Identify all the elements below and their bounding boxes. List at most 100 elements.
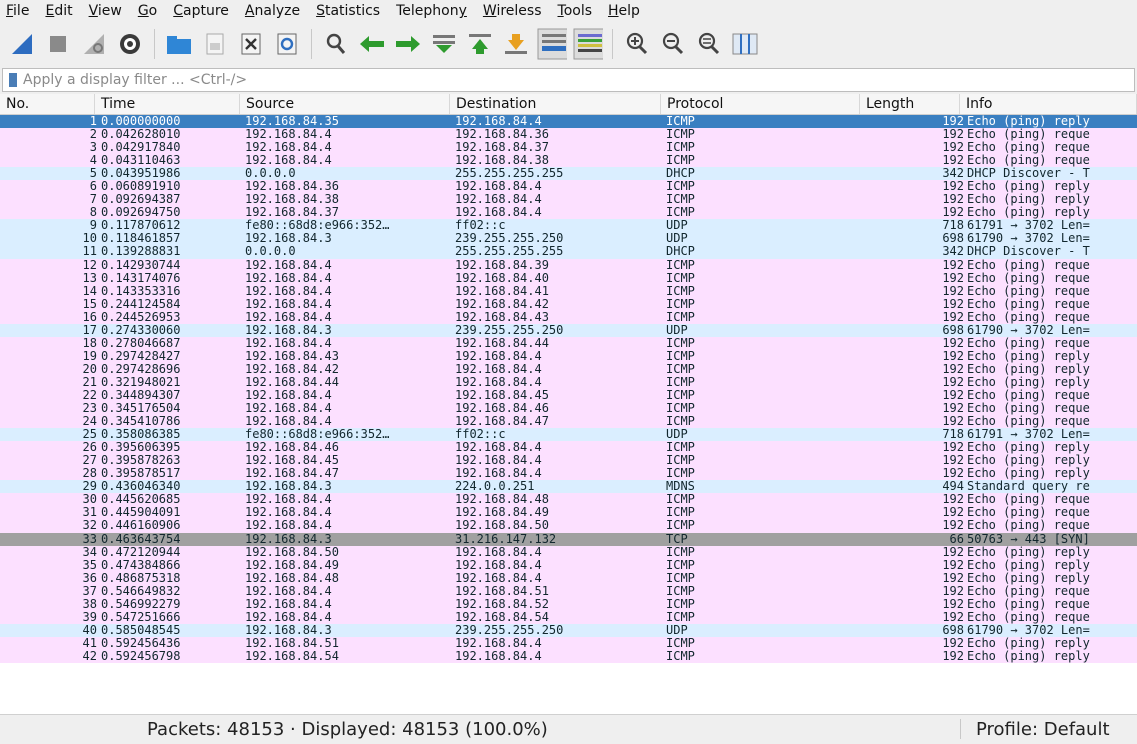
packet-row[interactable]: 35 0.474384866 192.168.84.49 192.168.84.4 IC… (0, 558, 1137, 572)
packet-row[interactable]: 20 0.297428696 192.168.84.42 192.168.84.4 IC… (0, 361, 1137, 376)
packet-no: 14 (82, 283, 97, 298)
menu-analyze[interactable]: Analyze (237, 3, 308, 19)
zoom-in-icon[interactable] (622, 29, 652, 59)
packet-destination: 192.168.84.36 (455, 127, 549, 142)
packet-info: Echo (ping) reply (967, 114, 1090, 128)
packet-time: 0.344894307 (101, 387, 181, 402)
packet-destination: 192.168.84.46 (455, 401, 549, 416)
reload-icon[interactable] (272, 29, 302, 59)
arrow-back-icon[interactable] (357, 29, 387, 59)
packet-destination: 192.168.84.4 (455, 179, 542, 194)
packet-row[interactable]: 37 0.546649832 192.168.84.4 192.168.84.51 IC… (0, 583, 1137, 598)
packet-row[interactable]: 15 0.244124584 192.168.84.4 192.168.84.42 IC… (0, 296, 1137, 311)
gear-options-icon[interactable] (115, 29, 145, 59)
packet-list[interactable]: No. Time Source Destination Protocol Length In… (0, 94, 1137, 714)
zoom-out-icon[interactable] (658, 29, 688, 59)
packet-row[interactable]: 19 0.297428427 192.168.84.43 192.168.84.4 IC… (0, 348, 1137, 363)
packet-info: Echo (ping) reply (967, 374, 1090, 389)
packet-time: 0.395878517 (101, 466, 181, 481)
packet-no: 40 (82, 622, 97, 637)
packet-length: 192 (942, 387, 964, 402)
menu-go[interactable]: Go (130, 3, 165, 19)
packet-row[interactable]: 38 0.546992279 192.168.84.4 192.168.84.52 IC… (0, 596, 1137, 611)
first-packet-icon[interactable] (465, 29, 495, 59)
search-icon[interactable] (321, 29, 351, 59)
packet-row[interactable]: 41 0.592456436 192.168.84.51 192.168.84.4 IC… (0, 636, 1137, 650)
zoom-normal-icon[interactable] (694, 29, 724, 59)
packet-row[interactable]: 33 0.463643754 192.168.84.3 31.216.147.132 T… (0, 531, 1137, 546)
packet-row[interactable]: 42 0.592456798 192.168.84.54 192.168.84.4 IC… (0, 648, 1137, 663)
packet-row[interactable]: 40 0.585048545 192.168.84.3 239.255.255.250… (0, 622, 1137, 637)
packet-row[interactable]: 14 0.143353316 192.168.84.4 192.168.84.41 IC… (0, 283, 1137, 298)
packet-no: 9 (89, 218, 97, 233)
packet-length: 192 (942, 309, 964, 324)
packet-destination: 239.255.255.250 (455, 322, 564, 337)
packet-protocol: ICMP (666, 453, 695, 468)
packet-row[interactable]: 36 0.486875318 192.168.84.48 192.168.84.4 IC… (0, 570, 1137, 585)
close-file-icon[interactable] (236, 29, 266, 59)
column-header-no[interactable]: No. (0, 94, 95, 114)
packet-length: 192 (942, 596, 964, 611)
packet-no: 36 (82, 570, 97, 585)
menu-edit[interactable]: Edit (37, 3, 80, 19)
menu-wireless[interactable]: Wireless (475, 3, 550, 19)
arrow-forward-icon[interactable] (393, 29, 423, 59)
packet-destination: 192.168.84.4 (455, 205, 542, 220)
packet-no: 37 (82, 583, 97, 598)
file-icon[interactable] (200, 29, 230, 59)
packet-row[interactable]: 39 0.547251666 192.168.84.4 192.168.84.54 IC… (0, 609, 1137, 624)
packet-length: 698 (942, 622, 964, 637)
packet-destination: 192.168.84.37 (455, 140, 549, 155)
column-header-destination[interactable]: Destination (450, 94, 661, 114)
packet-row[interactable]: 16 0.244526953 192.168.84.4 192.168.84.43 IC… (0, 309, 1137, 324)
packet-row[interactable]: 17 0.274330060 192.168.84.3 239.255.255.250… (0, 322, 1137, 337)
column-header-length[interactable]: Length (860, 94, 960, 114)
column-header-protocol[interactable]: Protocol (661, 94, 860, 114)
packet-row[interactable]: 18 0.278046687 192.168.84.4 192.168.84.44 IC… (0, 336, 1137, 350)
menu-statistics[interactable]: Statistics (308, 3, 388, 19)
packet-time: 0.463643754 (101, 531, 181, 546)
packet-source: 192.168.84.4 (245, 309, 332, 324)
menu-file[interactable]: File (0, 3, 37, 19)
menu-tools[interactable]: Tools (550, 3, 601, 19)
stop-square-icon[interactable] (43, 29, 73, 59)
last-packet-icon[interactable] (501, 29, 531, 59)
shark-fin-start-icon[interactable] (7, 29, 37, 59)
packet-time: 0.139288831 (101, 244, 181, 259)
column-header-time[interactable]: Time (95, 94, 240, 114)
colorize-icon[interactable] (573, 28, 603, 60)
packet-source: 192.168.84.43 (245, 348, 339, 363)
packet-time: 0.143353316 (101, 283, 181, 298)
column-header-info[interactable]: Info (960, 94, 1137, 114)
packet-row[interactable]: 13 0.143174076 192.168.84.4 192.168.84.40 IC… (0, 270, 1137, 285)
packet-destination: 192.168.84.54 (455, 609, 549, 624)
packet-protocol: ICMP (666, 648, 695, 663)
menu-view[interactable]: View (81, 3, 130, 19)
packet-length: 718 (942, 218, 964, 233)
menu-telephony[interactable]: Telephony (388, 3, 475, 19)
display-filter-input[interactable] (23, 72, 723, 88)
resize-columns-icon[interactable] (730, 29, 760, 59)
go-to-packet-icon[interactable] (429, 29, 459, 59)
packet-time: 0.142930744 (101, 257, 181, 272)
menu-help[interactable]: Help (600, 3, 648, 19)
menu-capture[interactable]: Capture (165, 3, 237, 19)
packet-row[interactable]: 12 0.142930744 192.168.84.4 192.168.84.39 IC… (0, 257, 1137, 272)
packet-protocol: UDP (666, 231, 688, 246)
profile-status[interactable]: Profile: Default (976, 719, 1110, 740)
autoscroll-icon[interactable] (537, 28, 567, 60)
packet-row[interactable]: 32 0.446160906 192.168.84.4 192.168.84.50 IC… (0, 519, 1137, 533)
packet-row[interactable]: 34 0.472120944 192.168.84.50 192.168.84.4 IC… (0, 545, 1137, 559)
packet-no: 12 (82, 257, 97, 272)
open-folder-icon[interactable] (164, 29, 194, 59)
bookmark-icon[interactable] (9, 73, 17, 87)
packet-source: 192.168.84.42 (245, 361, 339, 376)
packet-no: 13 (82, 270, 97, 285)
packet-protocol: ICMP (666, 296, 695, 311)
packet-info: Echo (ping) reply (967, 440, 1090, 455)
restart-fin-icon[interactable] (79, 29, 109, 59)
packet-row[interactable]: 11 0.139288831 0.0.0.0 255.255.255.255 DHCP 3… (0, 244, 1137, 259)
packet-source: 192.168.84.37 (245, 205, 339, 220)
packet-info: Echo (ping) reply (967, 453, 1090, 468)
column-header-source[interactable]: Source (240, 94, 450, 114)
